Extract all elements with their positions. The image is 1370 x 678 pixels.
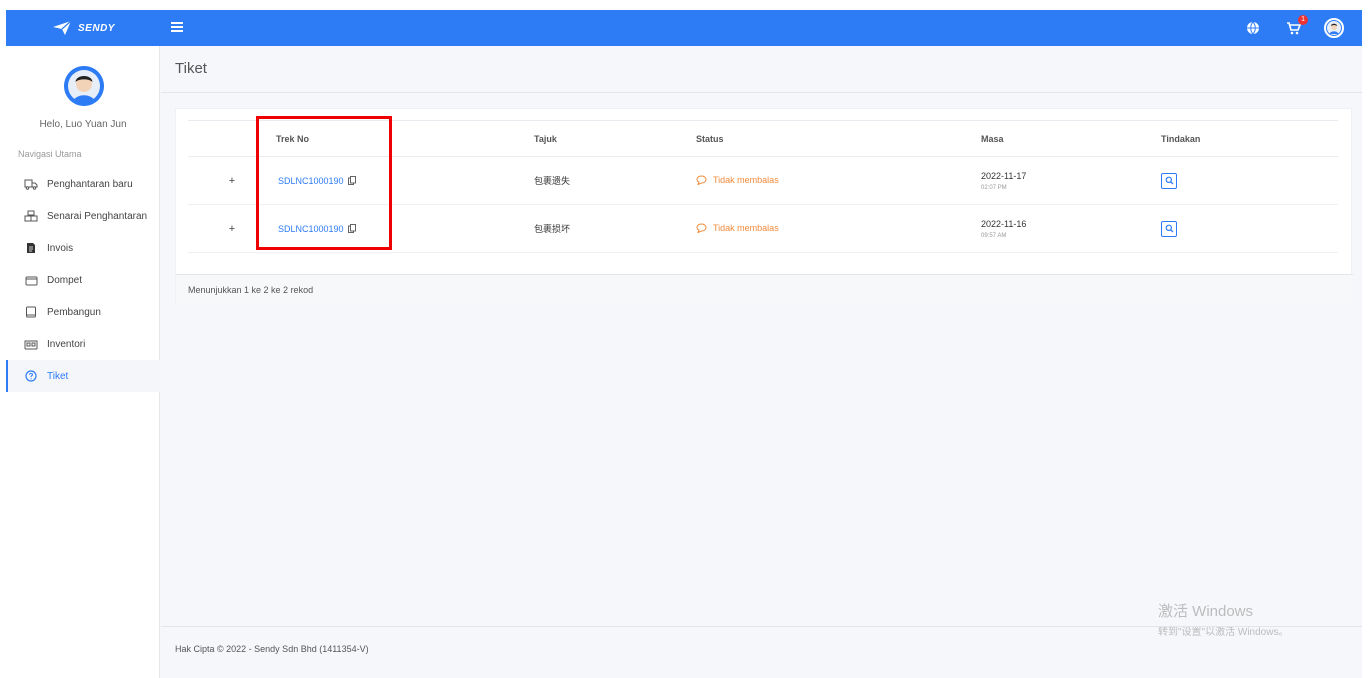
brand-logo[interactable]: SENDY <box>6 10 161 46</box>
boxes-icon <box>24 209 38 223</box>
table-row: + SDLNC1000190 包裹遗失 Tidak membalas 2022-… <box>188 156 1338 205</box>
status-text: Tidak membalas <box>713 222 779 233</box>
ticket-table: Trek No Tajuk Status Masa Tindakan + SDL… <box>188 120 1338 253</box>
warehouse-icon <box>24 337 38 351</box>
ticket-time: 09:57 AM <box>981 232 1007 239</box>
sidebar-item-tiket[interactable]: Tiket <box>6 360 160 392</box>
sidebar-item-label: Senarai Penghantaran <box>47 210 148 222</box>
watermark-title: 激活 Windows <box>1158 603 1254 620</box>
tracking-number-link[interactable]: SDLNC1000190 <box>278 224 344 234</box>
sidebar-item-label: Pembangun <box>47 306 101 318</box>
ticket-subject: 包裹损坏 <box>534 204 696 253</box>
expand-row-button[interactable]: + <box>229 175 235 187</box>
cart-count-badge: 1 <box>1298 15 1308 25</box>
expand-row-button[interactable]: + <box>229 223 235 235</box>
page-title: Tiket <box>175 60 207 77</box>
sidebar-item-label: Tiket <box>47 370 69 382</box>
col-masa-header[interactable]: Masa <box>981 120 1161 157</box>
copy-icon[interactable] <box>348 223 357 233</box>
user-avatar-icon <box>1327 21 1341 35</box>
nav-list: Penghantaran baru Senarai Penghantaran I… <box>6 168 160 392</box>
col-tajuk-header[interactable]: Tajuk <box>534 120 696 157</box>
sidebar-item-pembangun[interactable]: Pembangun <box>6 296 160 328</box>
table-row: + SDLNC1000190 包裹损坏 Tidak membalas 2022-… <box>188 204 1338 253</box>
status-text: Tidak membalas <box>713 174 779 185</box>
wallet-icon <box>24 273 38 287</box>
copy-icon[interactable] <box>348 175 357 185</box>
nav-section-title: Navigasi Utama <box>18 149 82 159</box>
app-frame: SENDY 1 Helo, Luo Yuan Jun Navigasi Utam… <box>6 10 1362 678</box>
sidebar-item-penghantaran-baru[interactable]: Penghantaran baru <box>6 168 160 200</box>
brand-name: SENDY <box>78 22 115 34</box>
question-circle-icon <box>24 369 38 383</box>
cart-button[interactable]: 1 <box>1284 15 1308 37</box>
ticket-time: 02:07 PM <box>981 184 1007 191</box>
sidebar-item-label: Invois <box>47 242 74 254</box>
sidebar-item-inventori[interactable]: Inventori <box>6 328 160 360</box>
invoice-icon <box>24 241 38 255</box>
col-expand-header <box>188 120 276 157</box>
sidebar-item-dompet[interactable]: Dompet <box>6 264 160 296</box>
user-avatar-icon <box>64 66 104 106</box>
chat-bubble-icon <box>696 174 707 185</box>
col-trek-header[interactable]: Trek No <box>276 120 534 157</box>
view-ticket-button[interactable] <box>1161 220 1177 237</box>
sidebar-item-invois[interactable]: Invois <box>6 232 160 264</box>
footer-copyright: Hak Cipta © 2022 - Sendy Sdn Bhd (141135… <box>175 644 369 654</box>
user-avatar-button[interactable] <box>1324 18 1344 38</box>
user-greeting: Helo, Luo Yuan Jun <box>39 119 127 130</box>
sidebar-item-label: Inventori <box>47 338 86 350</box>
sidebar-avatar[interactable] <box>64 66 104 106</box>
search-icon <box>1165 176 1173 185</box>
col-status-header[interactable]: Status <box>696 120 981 157</box>
view-ticket-button[interactable] <box>1161 172 1177 189</box>
ticket-date: 2022-11-16 <box>981 218 1027 229</box>
book-icon <box>24 305 38 319</box>
ticket-date: 2022-11-17 <box>981 170 1027 181</box>
top-actions: 1 <box>1244 10 1344 46</box>
table-header-row: Trek No Tajuk Status Masa Tindakan <box>188 120 1338 157</box>
chat-bubble-icon <box>696 222 707 233</box>
sidebar-item-senarai-penghantaran[interactable]: Senarai Penghantaran <box>6 200 160 232</box>
status-badge: Tidak membalas <box>696 175 779 185</box>
globe-icon[interactable] <box>1244 19 1262 37</box>
truck-icon <box>24 177 38 191</box>
tracking-number-link[interactable]: SDLNC1000190 <box>278 176 344 186</box>
sidebar: Helo, Luo Yuan Jun Navigasi Utama Pengha… <box>6 46 160 678</box>
footer-divider <box>161 626 1362 627</box>
title-divider <box>161 92 1362 93</box>
search-icon <box>1165 224 1173 233</box>
top-bar: SENDY 1 <box>6 10 1362 46</box>
col-tindakan-header: Tindakan <box>1161 120 1338 157</box>
ticket-subject: 包裹遗失 <box>534 156 696 205</box>
sidebar-item-label: Penghantaran baru <box>47 178 133 190</box>
menu-toggle-icon[interactable] <box>171 20 183 36</box>
records-info: Menunjukkan 1 ke 2 ke 2 rekod <box>176 274 1353 305</box>
ticket-table-card: Trek No Tajuk Status Masa Tindakan + SDL… <box>175 108 1353 305</box>
status-badge: Tidak membalas <box>696 223 779 233</box>
paper-plane-icon <box>53 20 72 35</box>
sidebar-item-label: Dompet <box>47 274 83 286</box>
windows-activation-watermark: 激活 Windows 转到"设置"以激活 Windows。 <box>1158 600 1288 638</box>
